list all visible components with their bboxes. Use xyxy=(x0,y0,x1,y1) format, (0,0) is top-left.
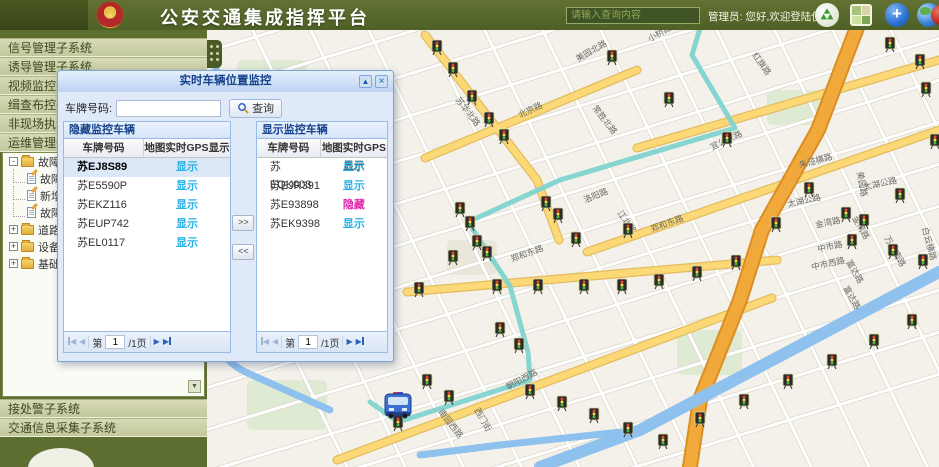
vehicle-row[interactable]: 苏EJR391显示 xyxy=(257,177,387,196)
last-page-icon[interactable]: ▶ xyxy=(356,337,364,347)
vehicle-row[interactable]: 苏E93898隐藏 xyxy=(257,196,387,215)
folder-icon xyxy=(21,242,34,252)
page-edit-icon xyxy=(27,190,36,201)
plate-number: 苏EUP742 xyxy=(64,215,144,234)
prev-page-icon[interactable]: ◀ xyxy=(79,337,85,347)
vehicle-row[interactable]: 苏EQK003显示 xyxy=(257,158,387,177)
hidden-panel-title: 隐藏监控车辆 xyxy=(64,122,230,139)
gps-toggle-link[interactable]: 显示 xyxy=(144,177,230,196)
grid-header: 车牌号码 地图实时GPS显示 xyxy=(257,139,387,158)
plate-number-input[interactable] xyxy=(116,100,221,117)
collapse-node-icon: - xyxy=(9,157,18,166)
next-page-icon[interactable]: ▶ xyxy=(346,337,352,347)
gps-toggle-link[interactable]: 显示 xyxy=(144,158,230,177)
close-icon[interactable]: × xyxy=(375,75,388,88)
header-left-block xyxy=(0,0,88,30)
gps-toggle-link[interactable]: 显示 xyxy=(321,177,387,196)
app-title: 公安交通集成指挥平台 xyxy=(160,4,370,30)
plate-search-form: 车牌号码: 查询 xyxy=(58,92,393,119)
vehicle-row[interactable]: 苏EKZ116显示 xyxy=(64,196,230,215)
plate-number: 苏E93898 xyxy=(257,196,321,215)
plate-number: 苏EJR391 xyxy=(257,177,321,196)
gps-toggle-link[interactable]: 显示 xyxy=(321,215,387,234)
map-tiles-icon[interactable] xyxy=(850,4,872,26)
gps-toggle-link[interactable]: 显示 xyxy=(144,215,230,234)
dialog-titlebar[interactable]: 实时车辆位置监控 ▲ × xyxy=(58,71,393,92)
vehicle-row[interactable]: 苏EJ8S89显示 xyxy=(64,158,230,177)
collapse-icon[interactable]: ▲ xyxy=(359,75,372,88)
vehicle-monitor-dialog: 实时车辆位置监控 ▲ × 车牌号码: 查询 隐藏监控车辆 车牌号码 地图实时GP… xyxy=(57,70,394,362)
shown-panel-title: 显示监控车辆 xyxy=(257,122,387,139)
sidebar-footer-logo xyxy=(28,448,94,467)
folder-icon xyxy=(21,259,34,269)
gps-toggle-link[interactable]: 显示 xyxy=(144,196,230,215)
sidebar-collapse-grip[interactable] xyxy=(207,40,222,68)
first-page-icon[interactable]: ◀ xyxy=(261,337,269,347)
plate-number: 苏EKZ116 xyxy=(64,196,144,215)
application-window: 北京路美园北路小桥路红旗路苏华北路常胜北路宜公东路洛阳路江北路郑和东路郑和东路朱… xyxy=(0,0,939,467)
police-emblem-logo: ★ xyxy=(96,1,124,29)
plate-number: 苏EK9398 xyxy=(257,215,321,234)
plate-number-label: 车牌号码: xyxy=(65,100,112,116)
plate-number: 苏EJ8S89 xyxy=(64,158,144,177)
sidebar-item[interactable]: 交通信息采集子系统 xyxy=(0,418,207,437)
vehicle-row[interactable]: 苏E5590P显示 xyxy=(64,177,230,196)
page-count-label: /1页 xyxy=(128,335,146,350)
plate-number: 苏EQK003 xyxy=(257,158,321,177)
first-page-icon[interactable]: ◀ xyxy=(68,337,76,347)
top-header-bar: ★ 公安交通集成指挥平台 管理员: 您好,欢迎登陆使用 + xyxy=(0,0,939,30)
page-edit-icon xyxy=(27,173,36,184)
gps-toggle-link[interactable]: 显示 xyxy=(144,234,230,253)
vehicle-row[interactable]: 苏EUP742显示 xyxy=(64,215,230,234)
vehicle-row[interactable]: 苏EK9398显示 xyxy=(257,215,387,234)
folder-icon xyxy=(21,157,34,167)
gps-toggle-link[interactable]: 隐藏 xyxy=(321,196,387,215)
plate-number: 苏EL0117 xyxy=(64,234,144,253)
magnifier-icon xyxy=(237,102,249,114)
move-left-button[interactable]: << xyxy=(232,244,254,260)
expand-node-icon: + xyxy=(9,225,18,234)
vehicle-row[interactable]: 苏EL0117显示 xyxy=(64,234,230,253)
page-number-input[interactable] xyxy=(298,335,318,349)
refresh-icon[interactable] xyxy=(815,3,839,27)
pagination-bar: ◀ ◀ 第 /1页 ▶ ▶ xyxy=(257,331,387,352)
folder-icon xyxy=(21,225,34,235)
page-edit-icon xyxy=(27,207,36,218)
sidebar-item[interactable]: 信号管理子系统 xyxy=(0,38,207,57)
expand-node-icon: + xyxy=(9,242,18,251)
prev-page-icon[interactable]: ◀ xyxy=(272,337,278,347)
sidebar-bottom-menu: 接处警子系统交通信息采集子系统 xyxy=(0,399,207,437)
page-label: 第 xyxy=(92,335,102,350)
page-count-label: /1页 xyxy=(321,335,339,350)
welcome-text: 管理员: 您好,欢迎登陆使用 xyxy=(708,9,832,24)
page-label: 第 xyxy=(285,335,295,350)
dialog-title: 实时车辆位置监控 xyxy=(58,71,393,91)
last-page-icon[interactable]: ▶ xyxy=(163,337,171,347)
query-button[interactable]: 查询 xyxy=(229,99,282,118)
police-vehicle-icon[interactable] xyxy=(385,392,411,418)
zoom-add-icon[interactable]: + xyxy=(885,3,909,27)
tree-scroll-down-icon[interactable]: ▼ xyxy=(188,380,201,393)
plate-number: 苏E5590P xyxy=(64,177,144,196)
sidebar-item[interactable]: 接处警子系统 xyxy=(0,399,207,418)
move-right-button[interactable]: >> xyxy=(232,215,254,231)
next-page-icon[interactable]: ▶ xyxy=(154,337,160,347)
hidden-vehicles-panel: 隐藏监控车辆 车牌号码 地图实时GPS显示 苏EJ8S89显示苏E5590P显示… xyxy=(63,121,231,353)
gps-toggle-link[interactable]: 显示 xyxy=(321,158,387,177)
expand-node-icon: + xyxy=(9,259,18,268)
pagination-bar: ◀ ◀ 第 /1页 ▶ ▶ xyxy=(64,331,230,352)
query-button-label: 查询 xyxy=(252,100,274,116)
page-number-input[interactable] xyxy=(105,335,125,349)
header-search-input[interactable] xyxy=(566,7,700,24)
shown-vehicles-panel: 显示监控车辆 车牌号码 地图实时GPS显示 苏EQK003显示苏EJR391显示… xyxy=(256,121,388,353)
grid-header: 车牌号码 地图实时GPS显示 xyxy=(64,139,230,158)
